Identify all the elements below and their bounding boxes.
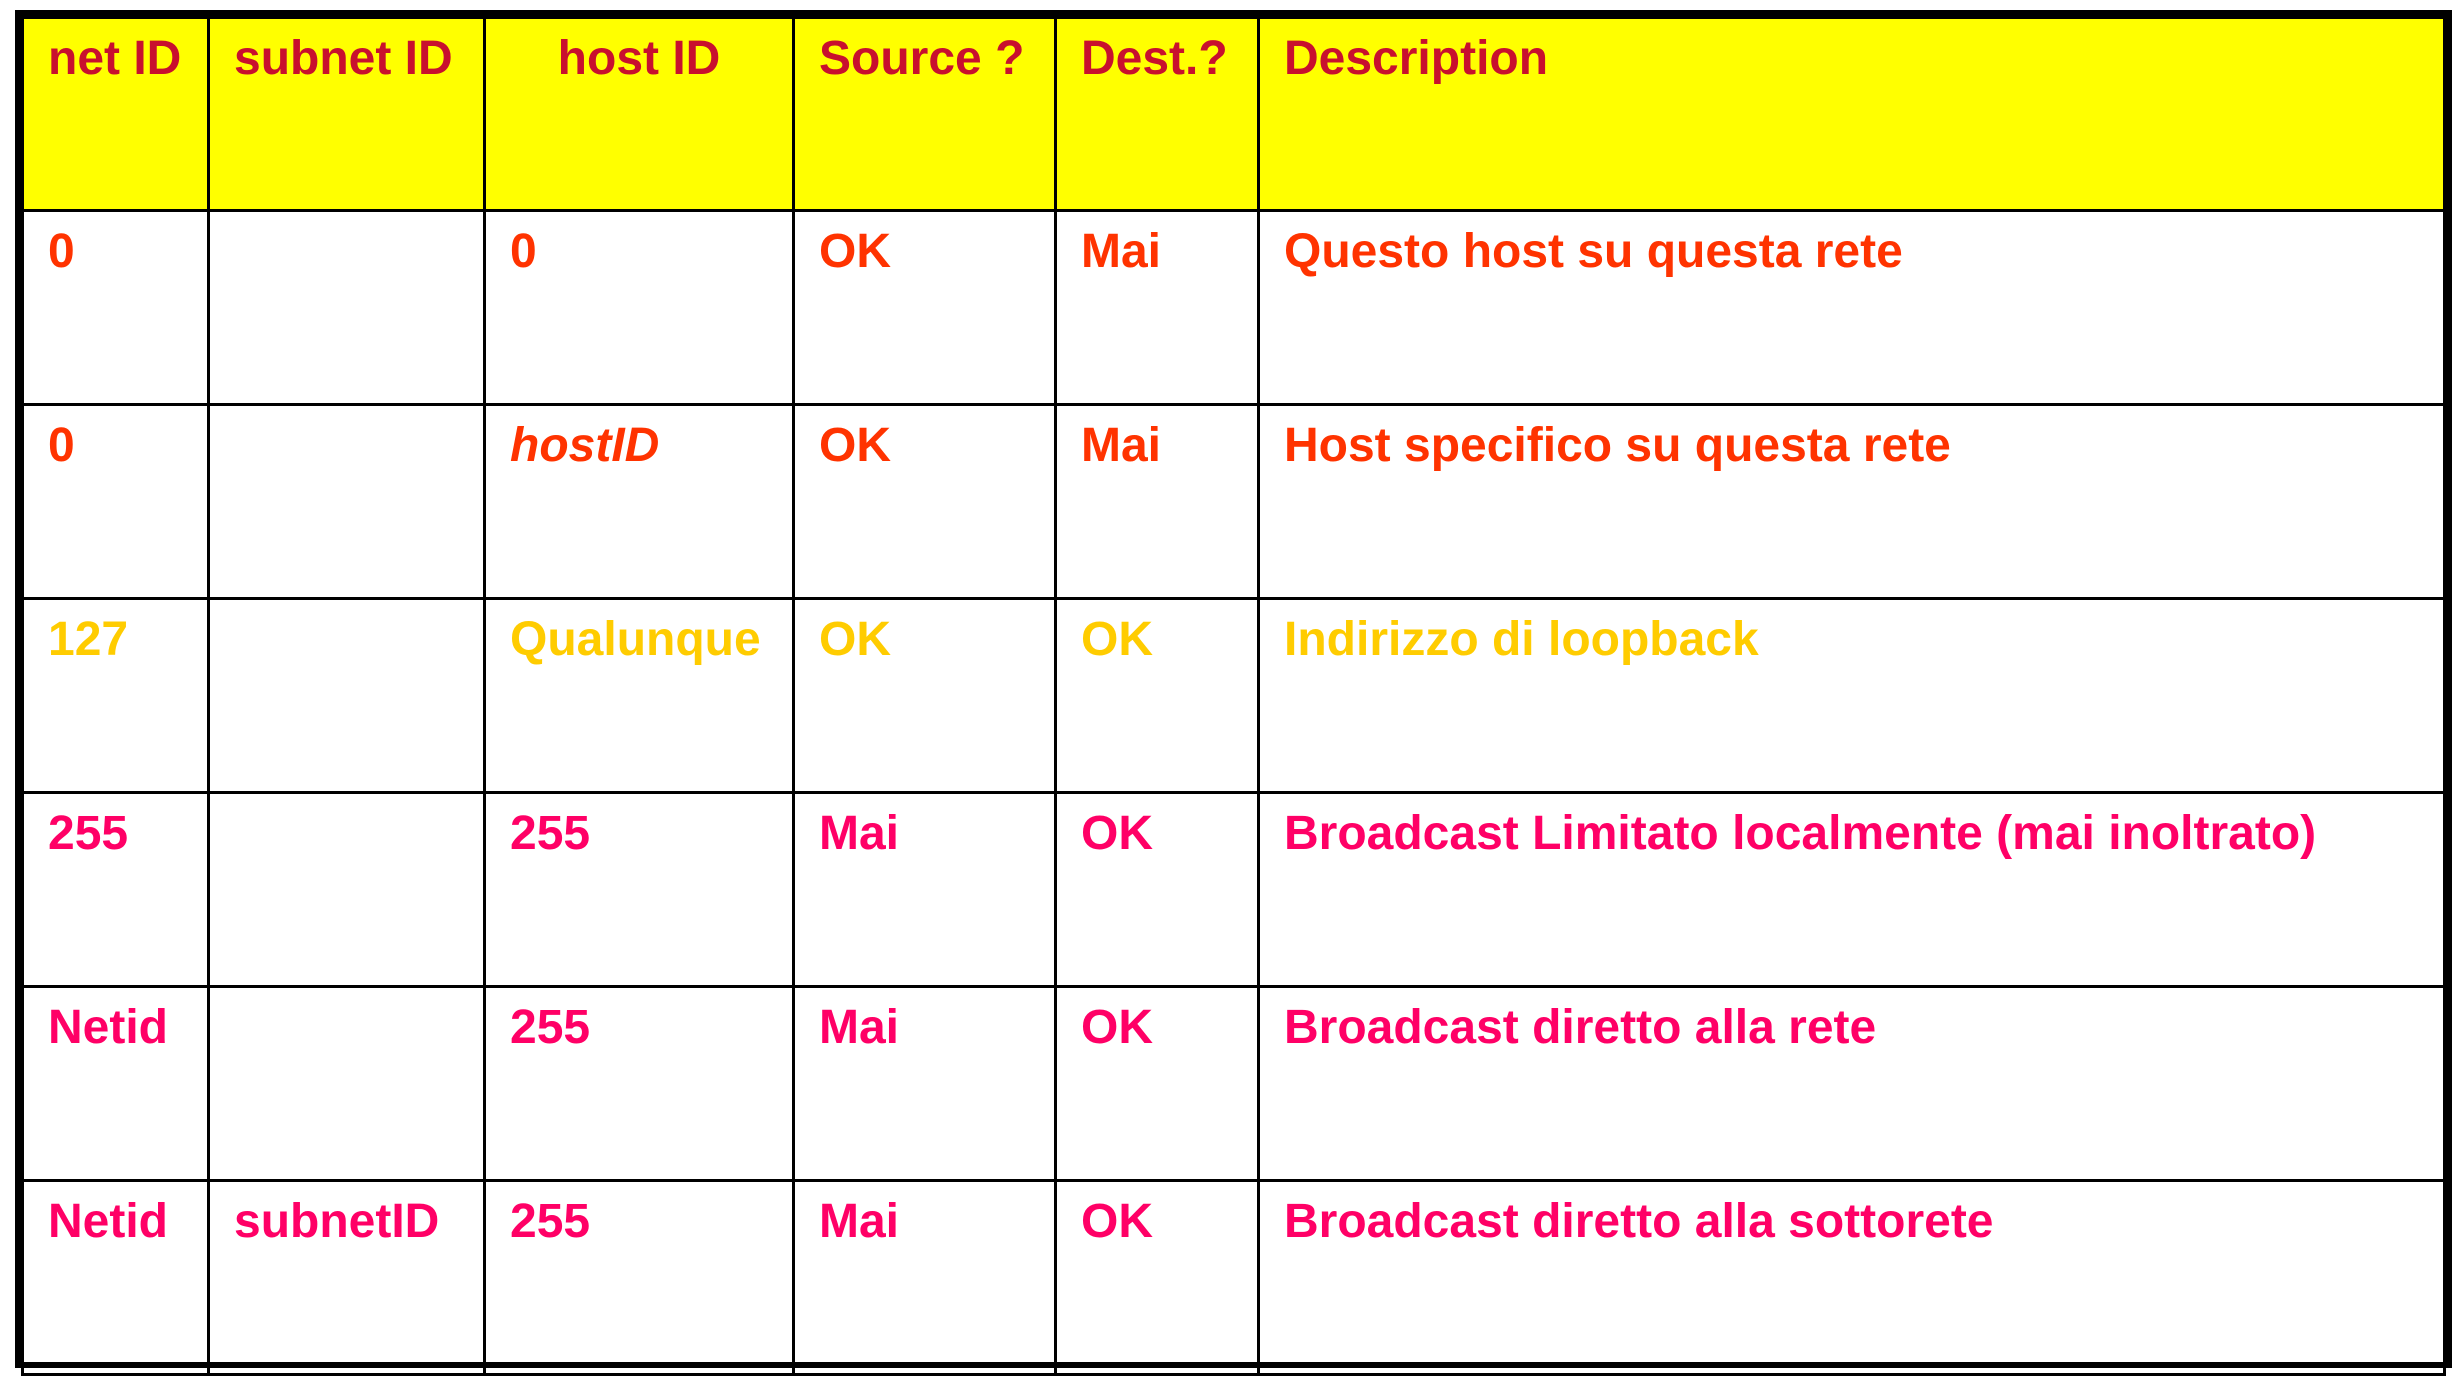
- cell-host-id: 0: [483, 209, 795, 406]
- cell-net-id: Netid: [21, 1179, 210, 1376]
- cell-host-id: 255: [483, 1179, 795, 1376]
- cell-net-id: Netid: [21, 985, 210, 1182]
- cell-net-id: 127: [21, 597, 210, 794]
- cell-description: Broadcast Limitato localmente (mai inolt…: [1257, 791, 2446, 988]
- cell-source: Mai: [792, 985, 1057, 1182]
- cell-host-id: 255: [483, 791, 795, 988]
- cell-dest: OK: [1054, 985, 1260, 1182]
- cell-source: OK: [792, 597, 1057, 794]
- header-dest: Dest.?: [1054, 16, 1260, 212]
- cell-description: Host specifico su questa rete: [1257, 403, 2446, 600]
- cell-net-id: 0: [21, 403, 210, 600]
- table-row: 0 hostID OK Mai Host specifico su questa…: [21, 403, 2446, 600]
- cell-dest: OK: [1054, 597, 1260, 794]
- table-row: 127 Qualunque OK OK Indirizzo di loopbac…: [21, 597, 2446, 794]
- address-table-frame: net ID subnet ID host ID Source ? Dest.?…: [15, 10, 2452, 1376]
- cell-description: Broadcast diretto alla rete: [1257, 985, 2446, 1182]
- header-subnet-id: subnet ID: [207, 16, 486, 212]
- cell-dest: OK: [1054, 791, 1260, 988]
- special-ip-addresses-table: net ID subnet ID host ID Source ? Dest.?…: [21, 16, 2446, 1376]
- cell-dest: Mai: [1054, 209, 1260, 406]
- cell-description: Indirizzo di loopback: [1257, 597, 2446, 794]
- cell-subnet-id: [207, 597, 486, 794]
- table-header-row: net ID subnet ID host ID Source ? Dest.?…: [21, 16, 2446, 212]
- cell-source: Mai: [792, 791, 1057, 988]
- cell-subnet-id: [207, 985, 486, 1182]
- cell-source: Mai: [792, 1179, 1057, 1376]
- cell-description: Questo host su questa rete: [1257, 209, 2446, 406]
- cell-subnet-id: subnetID: [207, 1179, 486, 1376]
- table-row: 255 255 Mai OK Broadcast Limitato localm…: [21, 791, 2446, 988]
- header-source: Source ?: [792, 16, 1057, 212]
- cell-net-id: 255: [21, 791, 210, 988]
- table-row: 0 0 OK Mai Questo host su questa rete: [21, 209, 2446, 406]
- cell-dest: OK: [1054, 1179, 1260, 1376]
- cell-host-id: Qualunque: [483, 597, 795, 794]
- cell-host-id: hostID: [483, 403, 795, 600]
- table-row: Netid subnetID 255 Mai OK Broadcast dire…: [21, 1179, 2446, 1376]
- header-description: Description: [1257, 16, 2446, 212]
- cell-subnet-id: [207, 209, 486, 406]
- cell-source: OK: [792, 403, 1057, 600]
- cell-dest: Mai: [1054, 403, 1260, 600]
- cell-subnet-id: [207, 403, 486, 600]
- table-row: Netid 255 Mai OK Broadcast diretto alla …: [21, 985, 2446, 1182]
- cell-host-id: 255: [483, 985, 795, 1182]
- cell-subnet-id: [207, 791, 486, 988]
- cell-net-id: 0: [21, 209, 210, 406]
- header-net-id: net ID: [21, 16, 210, 212]
- cell-description: Broadcast diretto alla sottorete: [1257, 1179, 2446, 1376]
- cell-source: OK: [792, 209, 1057, 406]
- header-host-id: host ID: [483, 16, 795, 212]
